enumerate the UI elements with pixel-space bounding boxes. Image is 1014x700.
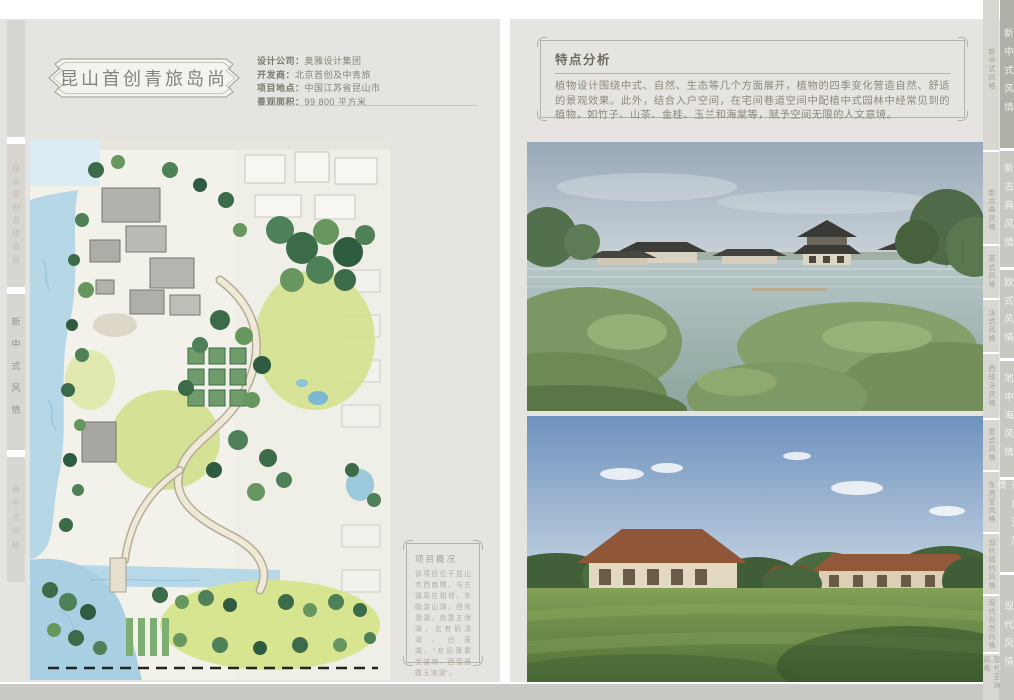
strip-divider <box>7 287 25 294</box>
category-tab-mediterranean: 地中海风情 <box>1000 361 1014 477</box>
feature-analysis-box: 特点分析 植物设计围绕中式、自然、生态等几个方面展开，植物的四季变化营造自然、舒… <box>540 40 965 118</box>
project-info: 设计公司：奥雅设计集团 开发商：北京首创及中青旅 项目地点：中国江苏省昆山市 景… <box>257 55 487 109</box>
project-title: 昆山首创青旅岛尚 <box>46 56 242 100</box>
feature-analysis-body: 植物设计围绕中式、自然、生态等几个方面展开，植物的四季变化营造自然、舒适的景观效… <box>555 80 950 124</box>
style-tab-spanish: 西班牙风格 <box>983 356 999 416</box>
style-tab-french: 法式风格 <box>983 302 999 350</box>
info-row: 开发商：北京首创及中青旅 <box>257 69 487 83</box>
category-tab-strip: 新中式风情 新古典风情 欧式风情 地中海风情 东南亚风情 现代风情 <box>1000 0 1014 700</box>
corner-ornament-icon <box>537 37 547 47</box>
style-tab-english: 英式风格 <box>983 248 999 296</box>
style-tab-neoclassical: 新古典风格 <box>983 180 999 240</box>
project-title-frame: 昆山首创青旅岛尚 <box>46 56 242 100</box>
spine-label-category: 新中式风情 <box>7 294 25 450</box>
divider-line <box>257 105 478 106</box>
project-overview-box: 项目概况 该项目位于昆山市西南隅，与古镇周庄相邻，东临淀山湖，西依澄湖，南靠五保… <box>406 543 480 663</box>
strip-divider <box>983 352 999 354</box>
feature-analysis-title: 特点分析 <box>555 49 950 74</box>
category-tab-southeast-asian: 东南亚风情 <box>1000 480 1014 572</box>
info-row: 项目地点：中国江苏省昆山市 <box>257 82 487 96</box>
style-index-strip: 新中式风格 新古典风格 英式风格 法式风格 西班牙风格 意式风格 东南亚风格 现… <box>983 0 999 700</box>
category-tab-neoclassical: 新古典风情 <box>1000 151 1014 267</box>
left-spine-strip: 昆山首创青旅岛尚 新中式风情 新中式风格 <box>7 20 25 582</box>
style-tab-modern-asian: 现代亚洲风格 <box>983 656 999 698</box>
style-tab-new-chinese: 新中式风格 <box>983 22 999 117</box>
strip-divider <box>983 594 999 596</box>
category-tab-european: 欧式风情 <box>1000 270 1014 358</box>
strip-divider <box>983 652 999 654</box>
strip-divider <box>7 137 25 144</box>
strip-divider <box>983 418 999 420</box>
overview-title: 项目概况 <box>415 553 472 565</box>
spine-label-style: 新中式风格 <box>7 457 25 582</box>
strip-divider <box>7 450 25 457</box>
book-spread: 昆山首创青旅岛尚 设计公司：奥雅设计集团 开发商：北京首创及中青旅 项目地点：中… <box>0 0 1014 700</box>
strip-divider <box>983 244 999 246</box>
style-tab-modern-natural: 现代自然风格 <box>983 598 999 650</box>
spine-label-project: 昆山首创青旅岛尚 <box>7 144 25 287</box>
photo-lakeside-pavilions <box>527 142 983 411</box>
strip-divider <box>983 150 999 152</box>
overview-body: 该项目位于昆山市西南隅，与古镇周庄相邻，东临淀山湖，西依澄湖，南靠五保湖，北有矾… <box>415 569 472 679</box>
info-row: 设计公司：奥雅设计集团 <box>257 55 487 69</box>
strip-divider <box>983 298 999 300</box>
site-plan-illustration <box>30 140 390 680</box>
style-tab-italian: 意式风格 <box>983 422 999 468</box>
photo-lawn-buildings <box>527 416 983 682</box>
corner-ornament-icon <box>403 540 413 550</box>
info-row: 景观面积：99 800 平方米 <box>257 96 487 110</box>
bottom-margin-band <box>0 684 1014 700</box>
category-tab-new-chinese: 新中式风情 <box>1000 0 1014 148</box>
strip-divider <box>983 470 999 472</box>
category-tab-modern: 现代风情 <box>1000 575 1014 700</box>
